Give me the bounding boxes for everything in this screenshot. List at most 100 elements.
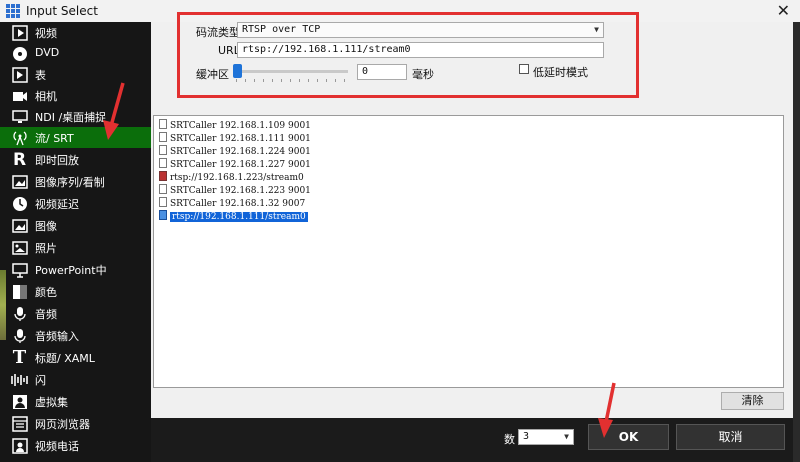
sidebar-item-label: 视频延迟: [35, 198, 79, 211]
input-type-sidebar: 视频 DVD 表 相机 NDI /桌面捕捉 流/ SRT R 即时回放 图像序列…: [0, 22, 151, 462]
list-item-text: SRTCaller 192.168.1.111 9001: [170, 134, 311, 144]
monitor-icon: [10, 107, 29, 126]
list-icon: [10, 65, 29, 84]
sidebar-item-label: 表: [35, 69, 46, 82]
window-title: Input Select: [26, 4, 98, 18]
video-call-icon: [10, 436, 29, 455]
sidebar-item-label: 相机: [35, 90, 57, 103]
sidebar-item-video[interactable]: 视频: [0, 22, 151, 43]
document-icon: [159, 119, 167, 129]
list-item[interactable]: rtsp://192.168.1.223/stream0: [159, 171, 304, 184]
buffer-input[interactable]: 0: [357, 64, 407, 80]
stream-type-select[interactable]: RTSP over TCP ▼: [237, 22, 604, 38]
document-icon: [159, 145, 167, 155]
buffer-slider-track[interactable]: [234, 70, 348, 73]
list-item-text: rtsp://192.168.1.111/stream0: [170, 212, 308, 222]
sidebar-item-image-sequence[interactable]: 图像序列/看制: [0, 171, 151, 192]
title-icon: T: [12, 347, 27, 368]
sidebar-item-video-call[interactable]: 视频电话: [0, 435, 151, 456]
color-icon: [10, 282, 29, 301]
cancel-button[interactable]: 取消: [676, 424, 785, 450]
list-item[interactable]: SRTCaller 192.168.1.111 9001: [159, 132, 311, 145]
url-value: rtsp://192.168.1.111/stream0: [242, 44, 411, 55]
app-grid-icon: [6, 4, 20, 18]
sidebar-item-ndi-desktop[interactable]: NDI /桌面捕捉: [0, 106, 151, 127]
clear-button[interactable]: 清除: [721, 392, 784, 410]
background-thumbnail-edge: [0, 270, 6, 340]
image-icon: [10, 216, 29, 235]
sidebar-item-virtual-set[interactable]: 虚拟集: [0, 391, 151, 412]
document-icon: [159, 158, 167, 168]
sidebar-item-label: NDI /桌面捕捉: [35, 111, 107, 124]
window-edge: [793, 22, 800, 462]
audio-input-icon: [10, 326, 29, 345]
stream-type-label: 码流类型: [196, 26, 240, 39]
sidebar-item-audio-input[interactable]: 音频输入: [0, 325, 151, 346]
count-select[interactable]: 3 ▼: [518, 429, 574, 445]
sidebar-item-label: PowerPoint中: [35, 264, 107, 277]
sidebar-item-web-browser[interactable]: 网页浏览器: [0, 413, 151, 434]
sidebar-item-instant-replay[interactable]: R 即时回放: [0, 149, 151, 170]
sidebar-item-label: 颜色: [35, 286, 57, 299]
list-item-text: rtsp://192.168.1.223/stream0: [170, 173, 304, 183]
microphone-icon: [10, 304, 29, 323]
annotation-arrow-sidebar: [103, 82, 125, 140]
sidebar-item-label: 视频: [35, 27, 57, 40]
sidebar-item-flash[interactable]: 闪: [0, 369, 151, 390]
sidebar-item-photo[interactable]: 照片: [0, 237, 151, 258]
buffer-value: 0: [362, 66, 369, 77]
sidebar-item-list[interactable]: 表: [0, 64, 151, 85]
list-item[interactable]: SRTCaller 192.168.1.32 9007: [159, 197, 305, 210]
stream-type-value: RTSP over TCP: [242, 24, 321, 35]
image-sequence-icon: [10, 172, 29, 191]
sidebar-item-label: 图像: [35, 220, 57, 233]
sidebar-item-camera[interactable]: 相机: [0, 85, 151, 106]
sidebar-item-label: 标题/ XAML: [35, 352, 95, 365]
list-item[interactable]: SRTCaller 192.168.1.224 9001: [159, 145, 311, 158]
url-input[interactable]: rtsp://192.168.1.111/stream0: [237, 42, 604, 58]
sidebar-item-video-delay[interactable]: 视频延迟: [0, 193, 151, 214]
chevron-down-icon: ▼: [594, 25, 599, 34]
list-item-text: SRTCaller 192.168.1.227 9001: [170, 160, 311, 170]
replay-icon: R: [12, 149, 27, 170]
sidebar-item-label: 即时回放: [35, 154, 79, 167]
sidebar-item-stream-srt[interactable]: 流/ SRT: [0, 127, 151, 148]
sidebar-item-color[interactable]: 颜色: [0, 281, 151, 302]
photo-icon: [10, 238, 29, 257]
document-icon: [159, 184, 167, 194]
sidebar-item-title-xaml[interactable]: T 标题/ XAML: [0, 347, 151, 368]
sidebar-item-image[interactable]: 图像: [0, 215, 151, 236]
dvd-icon: [10, 44, 29, 63]
close-button[interactable]: ✕: [777, 1, 790, 20]
list-item-text: SRTCaller 192.168.1.109 9001: [170, 121, 311, 131]
list-item-text: SRTCaller 192.168.1.223 9001: [170, 186, 311, 196]
sidebar-item-label: 图像序列/看制: [35, 176, 105, 189]
list-item-text: SRTCaller 192.168.1.224 9001: [170, 147, 311, 157]
chevron-down-icon: ▼: [564, 432, 569, 441]
sidebar-item-label: 闪: [35, 374, 46, 387]
broadcast-icon: [10, 128, 29, 147]
sidebar-item-powerpoint[interactable]: PowerPoint中: [0, 259, 151, 280]
buffer-label: 缓冲区: [196, 68, 229, 81]
sidebar-item-label: 照片: [35, 242, 57, 255]
list-item[interactable]: SRTCaller 192.168.1.223 9001: [159, 184, 311, 197]
buffer-slider-handle[interactable]: [233, 64, 242, 78]
document-icon: [159, 197, 167, 207]
sidebar-item-audio[interactable]: 音频: [0, 303, 151, 324]
browser-icon: [10, 414, 29, 433]
list-item[interactable]: SRTCaller 192.168.1.227 9001: [159, 158, 311, 171]
rtsp-icon: [159, 210, 167, 220]
flash-icon: [10, 370, 29, 389]
virtual-set-icon: [10, 392, 29, 411]
sidebar-item-label: 网页浏览器: [35, 418, 90, 431]
clock-icon: [10, 194, 29, 213]
list-item-selected[interactable]: rtsp://192.168.1.111/stream0: [159, 210, 308, 223]
buffer-slider-ticks: [236, 79, 346, 82]
low-latency-checkbox[interactable]: [519, 64, 529, 74]
list-item[interactable]: SRTCaller 192.168.1.109 9001: [159, 119, 311, 132]
document-icon: [159, 132, 167, 142]
sidebar-item-dvd[interactable]: DVD: [0, 43, 151, 64]
sidebar-item-label: 流/ SRT: [35, 132, 74, 145]
stream-history-list[interactable]: SRTCaller 192.168.1.109 9001 SRTCaller 1…: [153, 115, 784, 388]
video-icon: [10, 23, 29, 42]
